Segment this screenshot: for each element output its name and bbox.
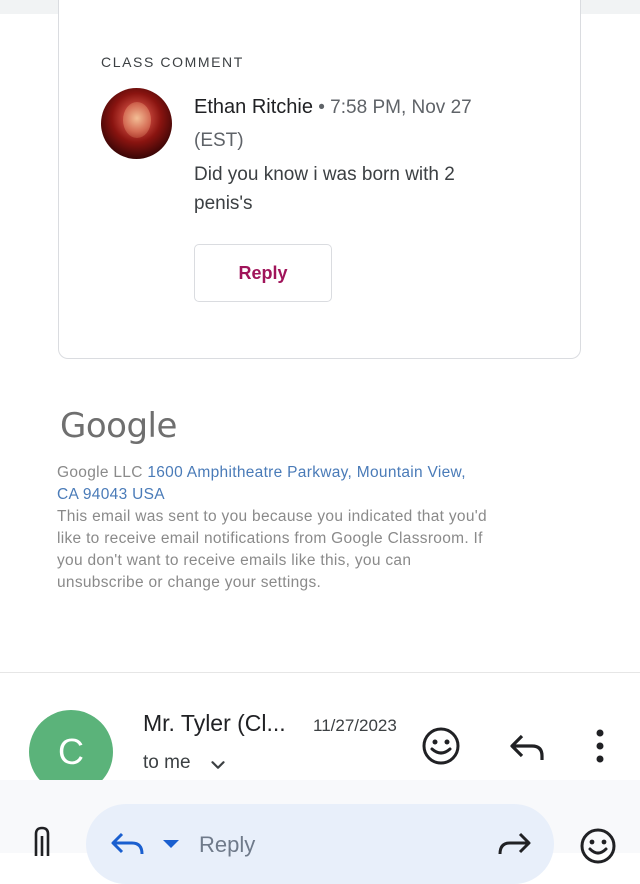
commenter-avatar (101, 88, 172, 159)
comment-text: Did you know i was born with 2 penis's (194, 164, 455, 214)
email-footer: Google LLC 1600 Amphitheatre Parkway, Mo… (57, 462, 487, 594)
emoji-icon[interactable] (578, 826, 618, 866)
section-label: CLASS COMMENT (101, 54, 244, 70)
more-options-icon[interactable] (586, 724, 614, 768)
sender-name: Mr. Tyler (Cl... (143, 710, 286, 736)
footer-notice: This email was sent to you because you i… (57, 508, 487, 591)
divider (0, 672, 640, 673)
comment-meta: Ethan Ritchie • 7:58 PM, Nov 27 (EST) (194, 91, 524, 157)
reply-mode-icon[interactable] (108, 830, 148, 858)
reply-placeholder[interactable]: Reply (199, 832, 255, 858)
attachment-icon[interactable] (30, 826, 56, 856)
chevron-down-icon[interactable] (207, 754, 229, 776)
emoji-reaction-icon[interactable] (419, 724, 463, 768)
reply-button[interactable]: Reply (194, 244, 332, 302)
reply-icon[interactable] (506, 726, 548, 768)
commenter-name: Ethan Ritchie (194, 96, 313, 118)
forward-icon[interactable] (496, 830, 534, 858)
message-date: 11/27/2023 (313, 716, 397, 735)
caret-down-icon[interactable] (160, 836, 182, 852)
google-logo: Google (60, 406, 177, 446)
company-name: Google LLC (57, 464, 148, 481)
recipient-label[interactable]: to me (143, 752, 191, 774)
reply-compose-bar[interactable] (86, 804, 554, 884)
